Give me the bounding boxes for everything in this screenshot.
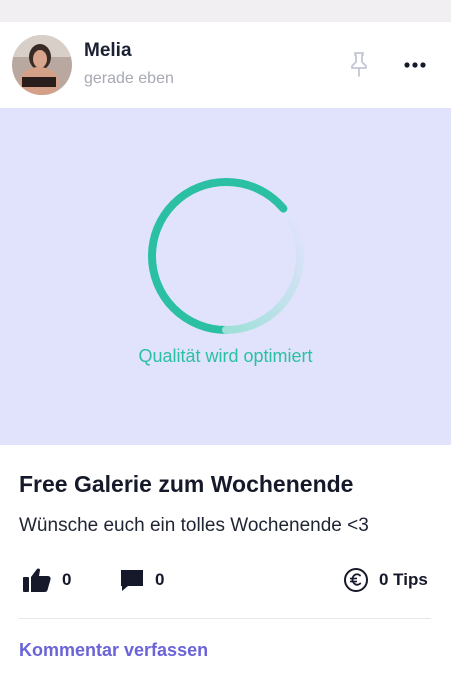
- author-name[interactable]: Melia: [84, 40, 132, 62]
- tip-button[interactable]: 0 Tips: [343, 566, 428, 594]
- media-placeholder[interactable]: Qualität wird optimiert: [0, 108, 451, 445]
- comment-count: 0: [155, 570, 165, 589]
- post-title: Free Galerie zum Wochenende: [19, 471, 354, 497]
- avatar[interactable]: [12, 35, 72, 95]
- post-description: Wünsche euch ein tolles Wochenende <3: [19, 515, 369, 536]
- comment-button[interactable]: 0: [119, 566, 164, 594]
- like-button[interactable]: 0: [22, 566, 71, 594]
- tip-count: 0 Tips: [379, 570, 428, 589]
- post-header: Melia gerade eben: [0, 22, 451, 108]
- loading-status: Qualität wird optimiert: [138, 346, 313, 366]
- thumbs-up-icon: [23, 568, 51, 592]
- top-strip: [0, 0, 451, 22]
- pin-icon[interactable]: [346, 50, 372, 78]
- post-timestamp: gerade eben: [84, 70, 174, 87]
- comment-icon: [121, 570, 143, 591]
- like-count: 0: [62, 570, 72, 589]
- write-comment-link[interactable]: Kommentar verfassen: [19, 640, 208, 661]
- more-options-icon[interactable]: [400, 56, 430, 74]
- euro-coin-icon: [344, 568, 368, 592]
- divider: [19, 618, 431, 619]
- loading-spinner: [147, 177, 305, 334]
